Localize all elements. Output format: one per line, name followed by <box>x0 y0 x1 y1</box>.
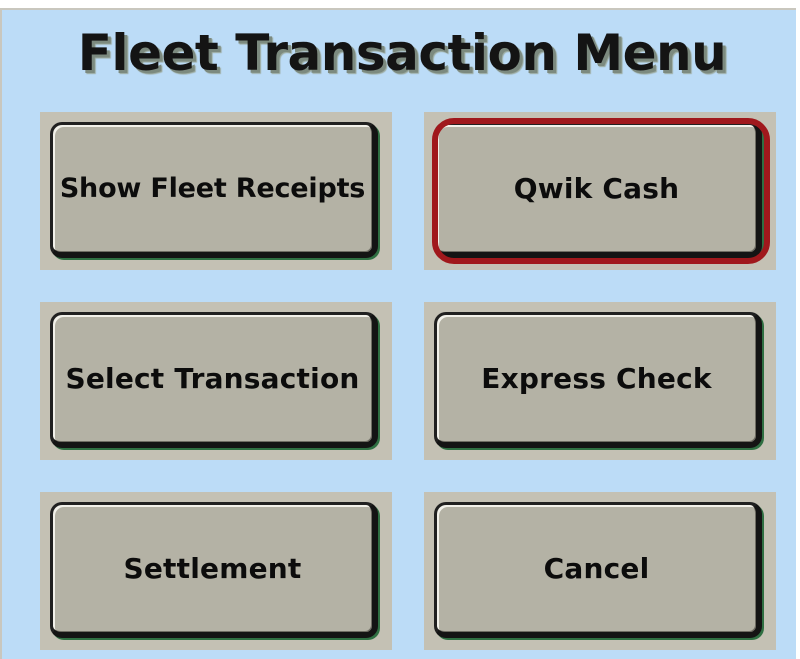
show-fleet-receipts-label: Show Fleet Receipts <box>59 173 366 204</box>
cancel-button[interactable]: Cancel <box>434 502 762 638</box>
show-fleet-receipts-frame: Show Fleet Receipts <box>40 112 392 270</box>
express-check-frame: Express Check <box>424 302 776 460</box>
settlement-label: Settlement <box>123 552 302 585</box>
qwik-cash-frame: Qwik Cash <box>424 112 776 270</box>
page-title: Fleet Transaction Menu <box>77 24 727 82</box>
cancel-label: Cancel <box>543 552 650 585</box>
qwik-cash-button[interactable]: Qwik Cash <box>434 122 762 258</box>
select-transaction-button[interactable]: Select Transaction <box>50 312 378 448</box>
qwik-cash-label: Qwik Cash <box>513 172 680 205</box>
cancel-frame: Cancel <box>424 492 776 650</box>
show-fleet-receipts-button[interactable]: Show Fleet Receipts <box>50 122 378 258</box>
select-transaction-label: Select Transaction <box>65 362 360 395</box>
express-check-label: Express Check <box>481 362 712 395</box>
express-check-button[interactable]: Express Check <box>434 312 762 448</box>
settlement-button[interactable]: Settlement <box>50 502 378 638</box>
fleet-transaction-screen: Fleet Transaction Menu Show Fleet Receip… <box>0 8 796 659</box>
select-transaction-frame: Select Transaction <box>40 302 392 460</box>
settlement-frame: Settlement <box>40 492 392 650</box>
